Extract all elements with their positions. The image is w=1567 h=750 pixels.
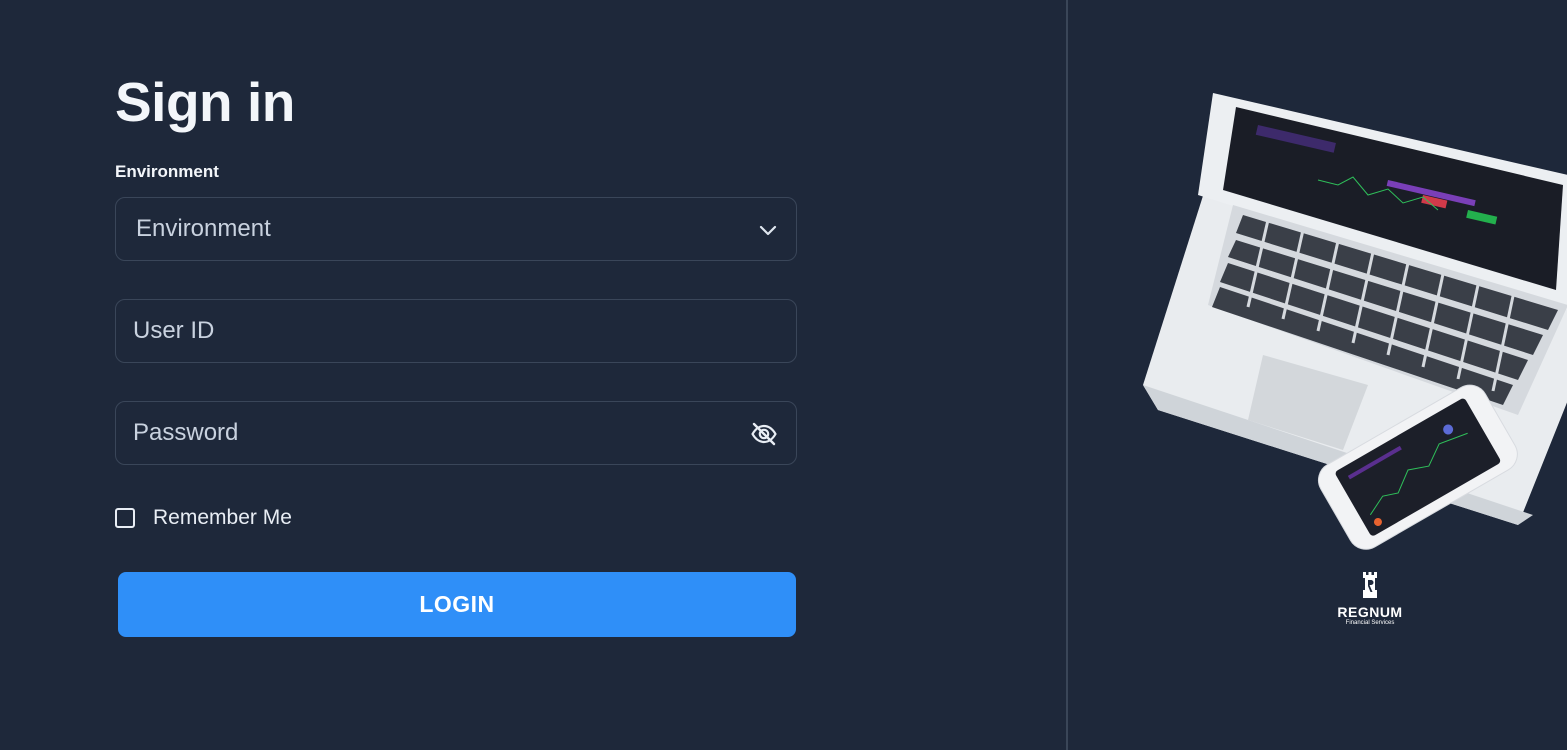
password-field-container bbox=[115, 401, 797, 465]
laptop-phone-illustration bbox=[1143, 93, 1567, 550]
user-id-input[interactable] bbox=[133, 300, 733, 362]
remember-me-checkbox[interactable] bbox=[115, 508, 135, 528]
environment-select[interactable]: Environment bbox=[115, 197, 797, 261]
environment-select-value: Environment bbox=[136, 215, 271, 242]
user-id-field-container bbox=[115, 299, 797, 363]
remember-me-option[interactable]: Remember Me bbox=[115, 506, 292, 530]
chevron-down-icon bbox=[759, 225, 777, 236]
rook-logo-icon bbox=[1363, 572, 1377, 598]
login-button[interactable]: LOGIN bbox=[118, 572, 796, 637]
brand-logo: REGNUM Financial Services bbox=[1330, 572, 1410, 626]
environment-label: Environment bbox=[115, 162, 219, 181]
remember-me-label: Remember Me bbox=[153, 506, 292, 529]
signin-panel: Sign in Environment Environment Remember… bbox=[0, 0, 1066, 750]
password-input[interactable] bbox=[133, 402, 733, 464]
promo-panel: REGNUM Financial Services bbox=[1068, 0, 1567, 750]
brand-name: REGNUM bbox=[1337, 604, 1403, 620]
brand-subtitle: Financial Services bbox=[1345, 620, 1395, 626]
eye-off-icon[interactable] bbox=[750, 420, 778, 448]
page-title: Sign in bbox=[115, 71, 295, 133]
